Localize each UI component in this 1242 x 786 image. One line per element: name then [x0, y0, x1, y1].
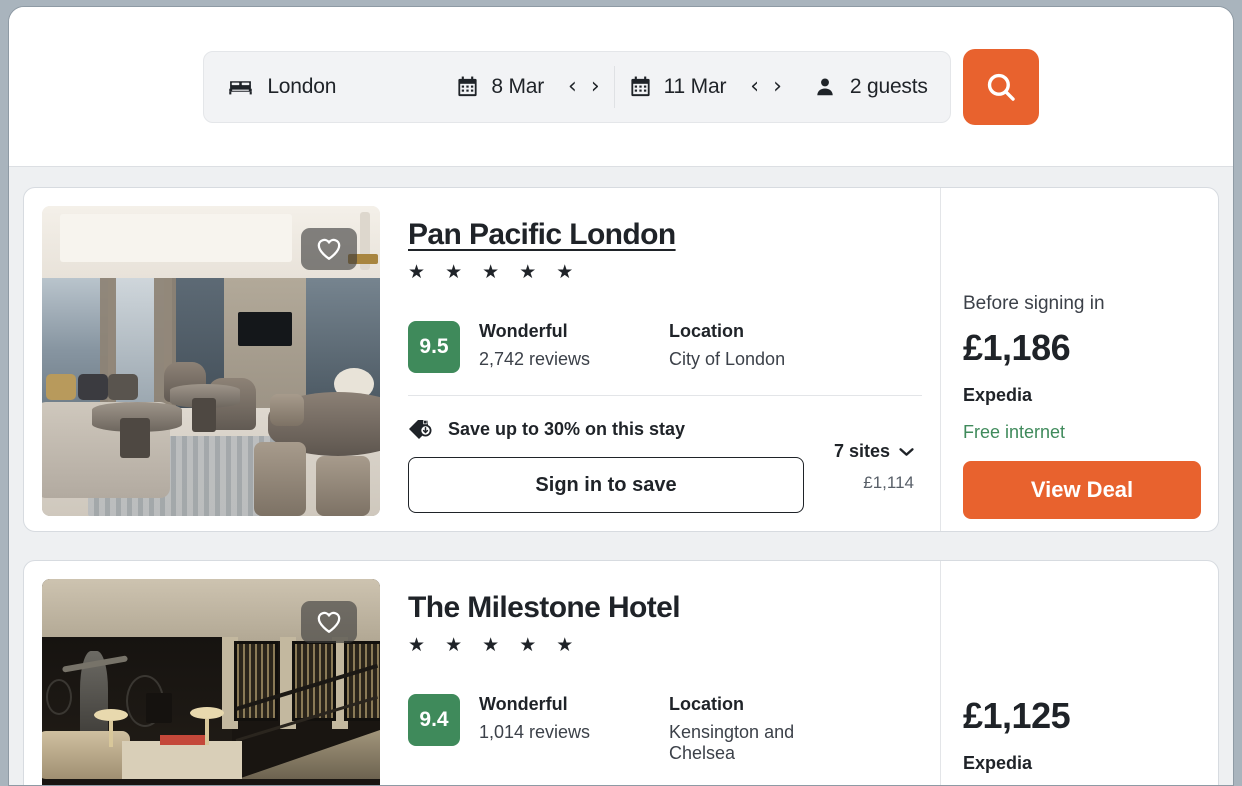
sites-block: 7 sites £1,114 [834, 441, 922, 493]
person-icon [814, 76, 836, 98]
photo-art [120, 418, 150, 458]
photo-art [238, 312, 292, 346]
search-fields-group: London 8 Mar ‹ › 11 Mar ‹ › 2 guests [203, 50, 951, 123]
deal-text: Save up to 30% on this stay [448, 418, 686, 439]
checkout-field[interactable]: 11 Mar ‹ › [629, 52, 788, 122]
info-divider [408, 395, 922, 396]
calendar-icon [629, 75, 652, 98]
hotel-result-card[interactable]: Pan Pacific London ★ ★ ★ ★ ★ 9.5 Wonderf… [23, 187, 1219, 532]
hotel-photo[interactable] [42, 206, 380, 516]
location-label: Location [669, 321, 744, 341]
search-icon [984, 70, 1018, 104]
price-tag-icon [408, 417, 434, 441]
photo-art [46, 374, 76, 400]
location-value: City of London [669, 349, 786, 369]
hotel-result-card[interactable]: The Milestone Hotel ★ ★ ★ ★ ★ 9.4 Wonder… [23, 560, 1219, 785]
checkin-prev-button[interactable]: ‹ [568, 75, 577, 98]
checkout-next-button[interactable]: › [773, 75, 782, 98]
sites-count-label: 7 sites [833, 441, 890, 461]
rating-word: Wonderful [479, 321, 568, 341]
price-value: £1,125 [963, 695, 1071, 736]
results-list: Pan Pacific London ★ ★ ★ ★ ★ 9.5 Wonderf… [9, 167, 1233, 785]
bed-icon [228, 74, 253, 99]
calendar-icon [456, 75, 479, 98]
guests-field[interactable]: 2 guests [788, 52, 928, 122]
provider-name: Expedia [963, 385, 1033, 405]
review-count: 2,742 reviews [479, 349, 591, 369]
photo-art [146, 693, 172, 723]
destination-value: London [267, 74, 337, 98]
photo-art [316, 456, 370, 516]
favorite-button[interactable] [301, 601, 357, 643]
search-bar: London 8 Mar ‹ › 11 Mar ‹ › 2 guests [203, 48, 1039, 125]
hotel-name-link[interactable]: The Milestone Hotel [408, 591, 681, 625]
hotel-info: Pan Pacific London ★ ★ ★ ★ ★ 9.5 Wonderf… [380, 206, 922, 513]
review-score-badge: 9.4 [408, 694, 460, 746]
photo-art [254, 442, 306, 516]
sign-in-to-save-button[interactable]: Sign in to save [408, 457, 804, 513]
provider-name: Expedia [963, 753, 1033, 773]
price-value: £1,186 [963, 327, 1071, 368]
review-summary: Wonderful 2,742 reviews [479, 321, 669, 370]
search-header: London 8 Mar ‹ › 11 Mar ‹ › 2 guests [9, 7, 1233, 167]
price-column: Before signing in £1,186 Expedia Free in… [940, 188, 1218, 531]
photo-art [78, 374, 108, 400]
heart-icon [316, 610, 342, 634]
review-score-badge: 9.5 [408, 321, 460, 373]
location-block: Location City of London [669, 321, 859, 370]
checkout-steppers: ‹ › [750, 75, 782, 98]
star-rating: ★ ★ ★ ★ ★ [408, 634, 581, 656]
before-signing-in-label: Before signing in [963, 293, 1105, 314]
sites-dropdown[interactable]: 7 sites [834, 441, 914, 462]
photo-art [190, 707, 224, 745]
rating-row: 9.4 Wonderful 1,014 reviews Location Ken… [408, 694, 922, 764]
search-divider [613, 65, 615, 108]
checkin-steppers: ‹ › [568, 75, 600, 98]
search-button[interactable] [962, 48, 1039, 125]
checkin-value: 8 Mar [491, 74, 545, 98]
sites-lowest-price: £1,114 [863, 473, 914, 492]
card-content: The Milestone Hotel ★ ★ ★ ★ ★ 9.4 Wonder… [24, 561, 940, 785]
deal-row: Save up to 30% on this stay [408, 417, 922, 441]
heart-icon [316, 237, 342, 261]
location-label: Location [669, 694, 744, 714]
location-block: Location Kensington and Chelsea [669, 694, 859, 764]
photo-art [94, 709, 128, 747]
photo-art [270, 394, 304, 426]
rating-row: 9.5 Wonderful 2,742 reviews Location Cit… [408, 321, 922, 373]
photo-art [108, 374, 138, 400]
review-summary: Wonderful 1,014 reviews [479, 694, 669, 743]
checkout-prev-button[interactable]: ‹ [750, 75, 759, 98]
location-value: Kensington and Chelsea [669, 722, 795, 763]
guests-value: 2 guests [849, 74, 928, 98]
photo-art [46, 679, 72, 715]
perk-label: Free internet [963, 422, 1066, 442]
price-column: £1,125 Expedia [940, 561, 1218, 785]
checkin-field[interactable]: 8 Mar ‹ › [456, 52, 605, 122]
photo-art [122, 741, 242, 779]
favorite-button[interactable] [301, 228, 357, 270]
checkin-next-button[interactable]: › [591, 75, 600, 98]
browser-window: London 8 Mar ‹ › 11 Mar ‹ › 2 guests Pan… [8, 6, 1234, 786]
photo-art [344, 641, 380, 721]
chevron-down-icon [899, 447, 914, 457]
hotel-name-link[interactable]: Pan Pacific London [408, 218, 676, 252]
hotel-info: The Milestone Hotel ★ ★ ★ ★ ★ 9.4 Wonder… [380, 579, 922, 785]
checkout-value: 11 Mar [663, 74, 727, 98]
actions-row: Sign in to save 7 sites £1,114 [408, 441, 922, 513]
star-rating: ★ ★ ★ ★ ★ [408, 261, 581, 283]
photo-art [60, 214, 292, 262]
review-count: 1,014 reviews [479, 722, 591, 742]
photo-art [192, 398, 216, 432]
rating-word: Wonderful [479, 694, 568, 714]
view-deal-button[interactable]: View Deal [963, 461, 1201, 519]
destination-field[interactable]: London [228, 52, 456, 122]
card-content: Pan Pacific London ★ ★ ★ ★ ★ 9.5 Wonderf… [24, 188, 940, 531]
hotel-photo[interactable] [42, 579, 380, 785]
photo-art [238, 730, 380, 779]
